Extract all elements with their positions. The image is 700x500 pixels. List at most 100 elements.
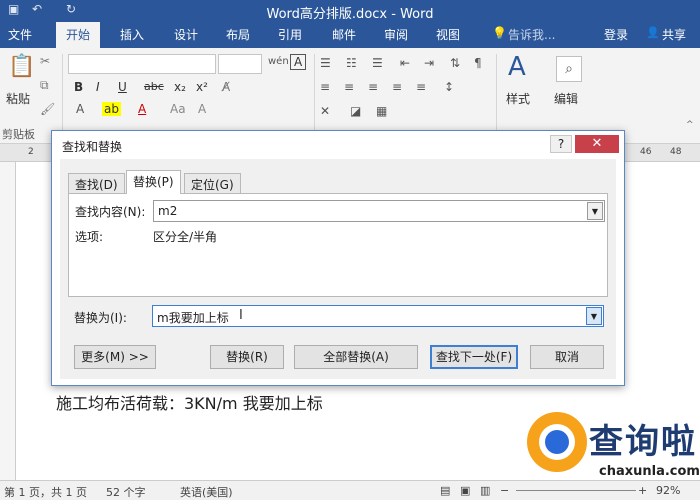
dialog-body: 查找(D) 替换(P) 定位(G) 查找内容(N): m2 ▼ 选项: 区分全/… xyxy=(60,159,616,379)
watermark-text: 查询啦 xyxy=(589,422,697,462)
line-spacing-icon[interactable]: ↕ xyxy=(444,80,454,94)
tab-goto[interactable]: 定位(G) xyxy=(184,173,241,193)
grow-font-icon[interactable]: A xyxy=(198,102,206,116)
tab-references[interactable]: 引用 xyxy=(278,26,302,43)
replace-panel: 查找内容(N): m2 ▼ 选项: 区分全/半角 xyxy=(68,193,608,297)
zoom-slider[interactable] xyxy=(516,490,636,491)
italic-button[interactable]: I xyxy=(96,80,100,94)
decrease-indent-icon[interactable]: ⇤ xyxy=(400,56,410,70)
tab-home[interactable]: 开始 xyxy=(56,22,101,48)
tab-view[interactable]: 视图 xyxy=(436,26,460,43)
tab-mailings[interactable]: 邮件 xyxy=(332,26,356,43)
borders-icon[interactable]: ▦ xyxy=(376,104,387,118)
watermark-url: chaxunla.com xyxy=(599,464,700,479)
divider xyxy=(496,54,497,132)
ruler-number: 46 xyxy=(640,147,652,157)
replace-all-button[interactable]: 全部替换(A) xyxy=(294,345,418,369)
title-bar: ▣ ↶ ↻ Word高分排版.docx - Word xyxy=(0,0,700,22)
styles-button[interactable]: 样式 xyxy=(506,90,530,107)
replace-value: m我要加上标 xyxy=(157,311,229,325)
more-button[interactable]: 更多(M) >> xyxy=(74,345,156,369)
watermark-logo: 查询啦 chaxunla.com xyxy=(527,410,700,486)
page-count[interactable]: 第 1 页，共 1 页 xyxy=(4,484,87,500)
multilevel-list-icon[interactable]: ☰ xyxy=(372,56,383,70)
distributed-icon[interactable]: ≡ xyxy=(416,80,426,94)
divider xyxy=(62,54,63,132)
show-marks-icon[interactable]: ¶ xyxy=(474,56,482,70)
tab-insert[interactable]: 插入 xyxy=(120,26,144,43)
find-next-button[interactable]: 查找下一处(F) xyxy=(430,345,518,369)
vertical-ruler xyxy=(0,162,16,480)
language-status[interactable]: 英语(美国) xyxy=(180,484,233,500)
close-button[interactable]: ✕ xyxy=(575,135,619,153)
tab-file[interactable]: 文件 xyxy=(8,26,32,43)
share-button[interactable]: 共享 xyxy=(662,26,686,43)
bullets-icon[interactable]: ☰ xyxy=(320,56,331,70)
increase-indent-icon[interactable]: ⇥ xyxy=(424,56,434,70)
find-value: m2 xyxy=(158,204,178,218)
char-border-icon[interactable]: A xyxy=(290,54,307,70)
help-button[interactable]: ? xyxy=(550,135,572,153)
superscript-button[interactable]: x² xyxy=(196,80,208,94)
lightbulb-icon: 💡 xyxy=(492,26,507,40)
ruler-number: 2 xyxy=(28,147,34,157)
subscript-button[interactable]: x₂ xyxy=(174,80,186,94)
copy-icon[interactable]: ⧉ xyxy=(40,78,49,93)
font-name-combo[interactable] xyxy=(68,54,216,74)
shading-icon[interactable]: ◪ xyxy=(350,104,361,118)
find-replace-dialog: 查找和替换 ? ✕ 查找(D) 替换(P) 定位(G) 查找内容(N): m2 … xyxy=(51,130,625,386)
tab-replace[interactable]: 替换(P) xyxy=(126,170,181,194)
tab-review[interactable]: 审阅 xyxy=(384,26,408,43)
tab-design[interactable]: 设计 xyxy=(174,26,198,43)
styles-icon[interactable]: A xyxy=(508,52,526,82)
clear-format-icon[interactable]: A̸ xyxy=(222,80,230,94)
text-cursor-icon: I xyxy=(239,308,243,323)
divider xyxy=(314,54,315,132)
login-link[interactable]: 登录 xyxy=(604,26,628,43)
paste-button[interactable]: 粘贴 xyxy=(6,90,30,107)
print-layout-icon[interactable]: ▣ xyxy=(460,484,470,497)
find-label: 查找内容(N): xyxy=(75,205,146,219)
tab-find[interactable]: 查找(D) xyxy=(68,173,125,193)
word-count[interactable]: 52 个字 xyxy=(106,484,146,500)
read-mode-icon[interactable]: ▤ xyxy=(440,484,450,497)
numbering-icon[interactable]: ☷ xyxy=(346,56,357,70)
tell-me-box[interactable]: 告诉我... xyxy=(508,26,555,43)
change-case-icon[interactable]: Aa xyxy=(170,102,186,116)
collapse-ribbon-icon[interactable]: ^ xyxy=(686,120,694,130)
text-effects-icon[interactable]: A xyxy=(76,102,84,116)
web-layout-icon[interactable]: ▥ xyxy=(480,484,490,497)
person-icon: 👤 xyxy=(646,26,660,39)
paste-icon[interactable]: 📋 xyxy=(8,54,35,79)
document-text[interactable]: 施工均布活荷载：3KN/m 我要加上标 xyxy=(56,390,323,414)
align-left-icon[interactable]: ≡ xyxy=(320,80,330,94)
ribbon-tabs: 文件 开始 插入 设计 布局 引用 邮件 审阅 视图 💡 告诉我... 登录 👤… xyxy=(0,22,700,48)
chevron-down-icon[interactable]: ▼ xyxy=(586,307,602,325)
find-input[interactable]: m2 ▼ xyxy=(153,200,605,222)
strikethrough-button[interactable]: abc xyxy=(144,80,164,93)
align-center-icon[interactable]: ≡ xyxy=(344,80,354,94)
replace-label: 替换为(I): xyxy=(74,311,127,325)
asian-layout-icon[interactable]: ✕ xyxy=(320,104,330,118)
font-color-button[interactable]: A xyxy=(138,102,146,116)
align-right-icon[interactable]: ≡ xyxy=(368,80,378,94)
clipboard-group-label: 剪贴板 xyxy=(2,128,35,141)
tab-layout[interactable]: 布局 xyxy=(226,26,250,43)
cancel-button[interactable]: 取消 xyxy=(530,345,604,369)
dialog-title-bar[interactable]: 查找和替换 ? ✕ xyxy=(52,131,624,159)
format-painter-icon[interactable]: 🖌 xyxy=(40,102,55,116)
justify-icon[interactable]: ≡ xyxy=(392,80,402,94)
replace-button[interactable]: 替换(R) xyxy=(210,345,284,369)
replace-input[interactable]: m我要加上标 I ▼ xyxy=(152,305,604,327)
cut-icon[interactable]: ✂ xyxy=(40,54,50,68)
editing-button[interactable]: 编辑 xyxy=(554,90,578,107)
phonetic-icon[interactable]: wén xyxy=(268,56,289,67)
zoom-out-icon[interactable]: − xyxy=(500,484,509,497)
search-icon[interactable]: ⌕ xyxy=(556,56,582,82)
underline-button[interactable]: U xyxy=(118,80,127,94)
bold-button[interactable]: B xyxy=(74,80,83,94)
sort-icon[interactable]: ⇅ xyxy=(450,56,460,70)
highlight-icon[interactable]: ab xyxy=(102,102,121,116)
chevron-down-icon[interactable]: ▼ xyxy=(587,202,603,220)
font-size-combo[interactable] xyxy=(218,54,262,74)
